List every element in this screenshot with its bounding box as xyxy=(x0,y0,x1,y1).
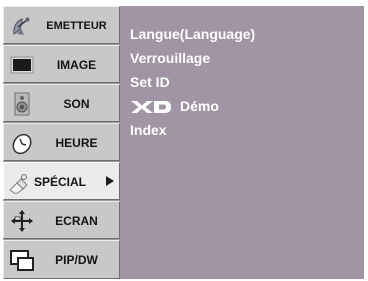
submenu-item-set-id[interactable]: Set ID xyxy=(130,70,255,94)
menu-item-label: ECRAN xyxy=(55,214,98,228)
monitor-screen-icon xyxy=(10,56,34,74)
menu-item-ecran[interactable]: ECRAN xyxy=(3,201,120,239)
menu-item-image[interactable]: IMAGE xyxy=(3,45,120,83)
satellite-dish-icon xyxy=(13,17,30,35)
speaker-icon xyxy=(14,92,30,116)
menu-item-label: HEURE xyxy=(55,136,98,150)
menu-item-label: IMAGE xyxy=(56,58,97,72)
picture-in-picture-icon xyxy=(10,250,34,271)
menu-item-emetteur[interactable]: EMETTEUR xyxy=(3,6,120,44)
menu-item-label: EMETTEUR xyxy=(46,20,107,32)
tag-icon xyxy=(9,174,28,194)
submenu-item-langue[interactable]: Langue(Language) xyxy=(130,22,255,46)
selected-arrow-icon xyxy=(106,176,114,186)
menu-item-son[interactable]: SON xyxy=(3,84,120,122)
special-submenu: Langue(Language) Verrouillage Set ID Dém… xyxy=(130,22,255,142)
main-menu-sidebar: EMETTEUR IMAGE SON HEURE SPÉCIAL ECRAN P… xyxy=(3,6,120,279)
submenu-item-label: Démo xyxy=(180,98,219,114)
osd-menu-panel: EMETTEUR IMAGE SON HEURE SPÉCIAL ECRAN P… xyxy=(3,6,364,279)
menu-item-special[interactable]: SPÉCIAL xyxy=(3,162,120,200)
clock-icon xyxy=(12,133,32,155)
submenu-item-verrouillage[interactable]: Verrouillage xyxy=(130,46,255,70)
menu-item-pip-dw[interactable]: PIP/DW xyxy=(3,240,120,279)
menu-item-label: SPÉCIAL xyxy=(34,175,87,189)
menu-item-heure[interactable]: HEURE xyxy=(3,123,120,161)
submenu-item-index[interactable]: Index xyxy=(130,118,255,142)
move-arrows-icon xyxy=(11,210,33,232)
xd-logo xyxy=(131,101,171,114)
menu-item-label: PIP/DW xyxy=(55,253,98,267)
submenu-item-xd-demo[interactable]: Démo xyxy=(130,94,255,118)
menu-item-label: SON xyxy=(63,97,90,111)
